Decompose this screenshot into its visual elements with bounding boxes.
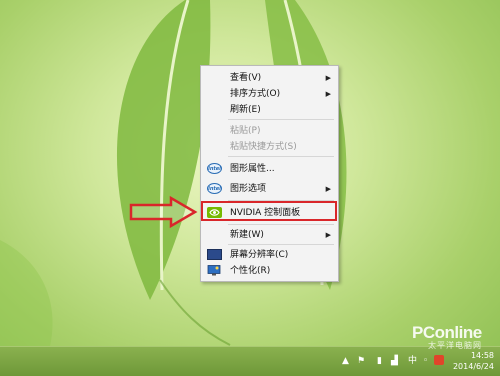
menu-item-label: 个性化(R) bbox=[230, 266, 271, 276]
personalize-icon bbox=[207, 265, 222, 276]
menu-separator bbox=[228, 224, 334, 225]
submenu-arrow-icon: ▶ bbox=[325, 90, 331, 98]
menu-item-label: 图形属性... bbox=[230, 164, 275, 174]
menu-item-label: 屏幕分辨率(C) bbox=[230, 250, 289, 260]
menu-item-label: 粘贴(P) bbox=[230, 126, 261, 136]
menu-item-new[interactable]: 新建(W) ▶ bbox=[201, 226, 338, 244]
sogou-ime-icon[interactable] bbox=[434, 355, 444, 365]
watermark-subtitle: 太平洋电脑网 bbox=[428, 341, 482, 350]
menu-item-label: 查看(V) bbox=[230, 73, 262, 83]
menu-item-label: 粘贴快捷方式(S) bbox=[230, 142, 297, 152]
ime-indicator[interactable]: 中 bbox=[408, 356, 417, 367]
menu-item-label: 图形选项 bbox=[230, 184, 267, 194]
intel-icon: intel bbox=[207, 183, 222, 194]
menu-item-label: 排序方式(O) bbox=[230, 89, 281, 99]
tray-chevron-icon[interactable]: ▲ bbox=[342, 356, 349, 367]
action-center-flag-icon[interactable]: ⚑ bbox=[357, 356, 365, 367]
nvidia-highlight-box bbox=[201, 201, 337, 221]
menu-separator bbox=[228, 156, 334, 157]
taskbar: ▲ ⚑ ▮ ▟ 中 ◦ 14:58 2014/6/24 bbox=[0, 346, 500, 376]
system-clock[interactable]: 14:58 2014/6/24 bbox=[453, 350, 494, 372]
menu-separator bbox=[228, 244, 334, 245]
menu-item-paste-shortcut[interactable]: 粘贴快捷方式(S) bbox=[201, 138, 338, 156]
submenu-arrow-icon: ▶ bbox=[325, 74, 331, 82]
monitor-icon bbox=[207, 249, 222, 260]
menu-item-graphics-options[interactable]: intel 图形选项 ▶ bbox=[201, 180, 338, 198]
ime-mode-icon[interactable]: ◦ bbox=[423, 356, 428, 367]
submenu-arrow-icon: ▶ bbox=[325, 185, 331, 193]
power-plug-icon[interactable]: ▮ bbox=[377, 356, 382, 367]
menu-item-personalize[interactable]: 个性化(R) bbox=[201, 262, 338, 280]
submenu-arrow-icon: ▶ bbox=[325, 231, 331, 239]
clock-time: 14:58 bbox=[470, 351, 494, 360]
pconline-watermark: PConline 太平洋电脑网 bbox=[412, 323, 482, 350]
network-icon[interactable]: ▟ bbox=[391, 356, 398, 367]
clock-date: 2014/6/24 bbox=[452, 362, 494, 371]
desktop-context-menu: 查看(V) ▶ 排序方式(O) ▶ 刷新(E) 粘贴(P) 粘贴快捷方式(S) … bbox=[200, 65, 339, 282]
intel-icon: intel bbox=[207, 163, 222, 174]
menu-item-label: 新建(W) bbox=[230, 230, 264, 240]
menu-item-label: 刷新(E) bbox=[230, 105, 261, 115]
menu-item-refresh[interactable]: 刷新(E) bbox=[201, 101, 338, 119]
menu-item-graphics-properties[interactable]: intel 图形属性... bbox=[201, 160, 338, 178]
menu-separator bbox=[228, 119, 334, 120]
